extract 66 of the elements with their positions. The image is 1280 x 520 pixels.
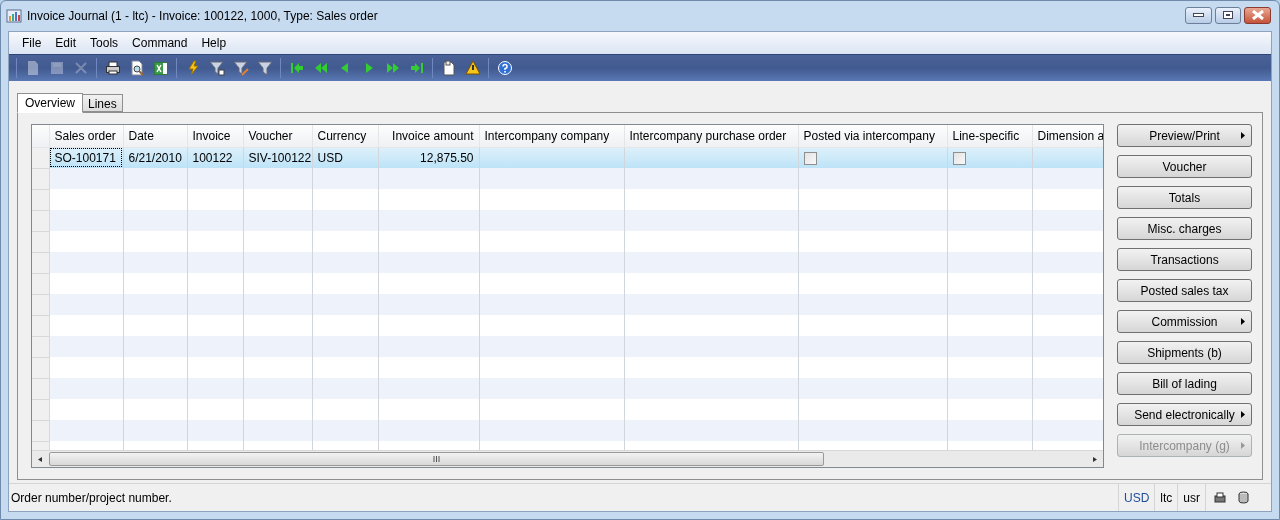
help-icon — [496, 60, 513, 76]
checkbox[interactable] — [803, 152, 817, 166]
status-message: Order number/project number. — [10, 489, 173, 507]
column-header[interactable]: Intercompany purchase order — [624, 125, 798, 147]
spreadsheet-icon — [152, 60, 169, 76]
close-icon — [1251, 10, 1264, 20]
table-cell: SIV-100122 — [248, 150, 312, 165]
minimize-button[interactable] — [1185, 6, 1212, 24]
menu-item[interactable]: Help — [194, 34, 234, 52]
grip-icon — [433, 456, 440, 462]
scrollbar-thumb[interactable] — [49, 452, 824, 466]
minimize-icon — [1193, 13, 1204, 17]
double-right-arrow-icon — [384, 60, 401, 76]
tab[interactable]: Lines — [82, 94, 123, 112]
action-button[interactable]: Totals — [1117, 186, 1252, 209]
menu-button[interactable]: Preview/Print — [1117, 124, 1252, 147]
table-cell: 6/21/2010 — [128, 150, 182, 165]
app-icon — [6, 8, 22, 24]
last-record-icon — [408, 60, 425, 76]
action-button[interactable]: Shipments (b) — [1117, 341, 1252, 364]
printer-icon[interactable] — [1214, 491, 1226, 504]
close-button[interactable] — [1244, 6, 1271, 24]
column-header[interactable]: Sales order — [49, 125, 123, 147]
menu-item[interactable]: Tools — [83, 34, 126, 52]
first-record-icon — [288, 60, 305, 76]
table-row[interactable]: SO-100171 6/21/2010 100122 SIV-100122 USD 12,875.50 — [32, 147, 1103, 168]
table-cell: 12,875.50 — [420, 150, 474, 165]
funnel-icon — [208, 60, 225, 76]
column-header[interactable]: Invoice — [187, 125, 243, 147]
status-field: USD — [1118, 484, 1155, 511]
table-cell: USD — [317, 150, 343, 165]
menu-button[interactable]: Send electronically — [1117, 403, 1252, 426]
action-button[interactable]: Voucher — [1117, 155, 1252, 178]
action-button[interactable]: Bill of lading — [1117, 372, 1252, 395]
column-header[interactable]: Invoice amount — [378, 125, 479, 147]
horizontal-scrollbar[interactable] — [32, 450, 1103, 467]
status-field: usr — [1177, 484, 1205, 511]
printer-icon — [104, 60, 121, 76]
column-header[interactable]: Posted via intercompany — [798, 125, 947, 147]
table-cell: 100122 — [192, 150, 233, 165]
menu-item[interactable]: File — [15, 34, 49, 52]
column-header[interactable]: Date — [123, 125, 187, 147]
action-button[interactable]: Posted sales tax — [1117, 279, 1252, 302]
column-header[interactable]: Voucher — [243, 125, 312, 147]
funnel-pencil-icon — [232, 60, 249, 76]
document-icon — [440, 60, 457, 76]
column-header[interactable]: Line-specific — [947, 125, 1032, 147]
tab[interactable]: Overview — [17, 93, 83, 113]
menu-item[interactable]: Edit — [48, 34, 84, 52]
maximize-button[interactable] — [1215, 6, 1241, 24]
maximize-icon — [1223, 11, 1233, 19]
menu-button[interactable]: Commission — [1117, 310, 1252, 333]
column-header[interactable]: Currency — [312, 125, 378, 147]
column-header[interactable]: Intercompany company — [479, 125, 624, 147]
warning-icon — [464, 60, 481, 76]
status-field: ltc — [1154, 484, 1178, 511]
cross-icon — [72, 60, 89, 76]
window-title: Invoice Journal (1 - ltc) - Invoice: 100122, 1000, Type: Sales order — [27, 8, 378, 25]
action-button[interactable]: Transactions — [1117, 248, 1252, 271]
checkbox[interactable] — [952, 152, 966, 166]
menu-item[interactable]: Command — [125, 34, 195, 52]
database-icon[interactable] — [1238, 491, 1249, 504]
table-cell: SO-100171 — [54, 150, 116, 165]
funnel-icon — [256, 60, 273, 76]
magnifier-icon — [128, 60, 145, 76]
action-button[interactable]: Misc. charges — [1117, 217, 1252, 240]
